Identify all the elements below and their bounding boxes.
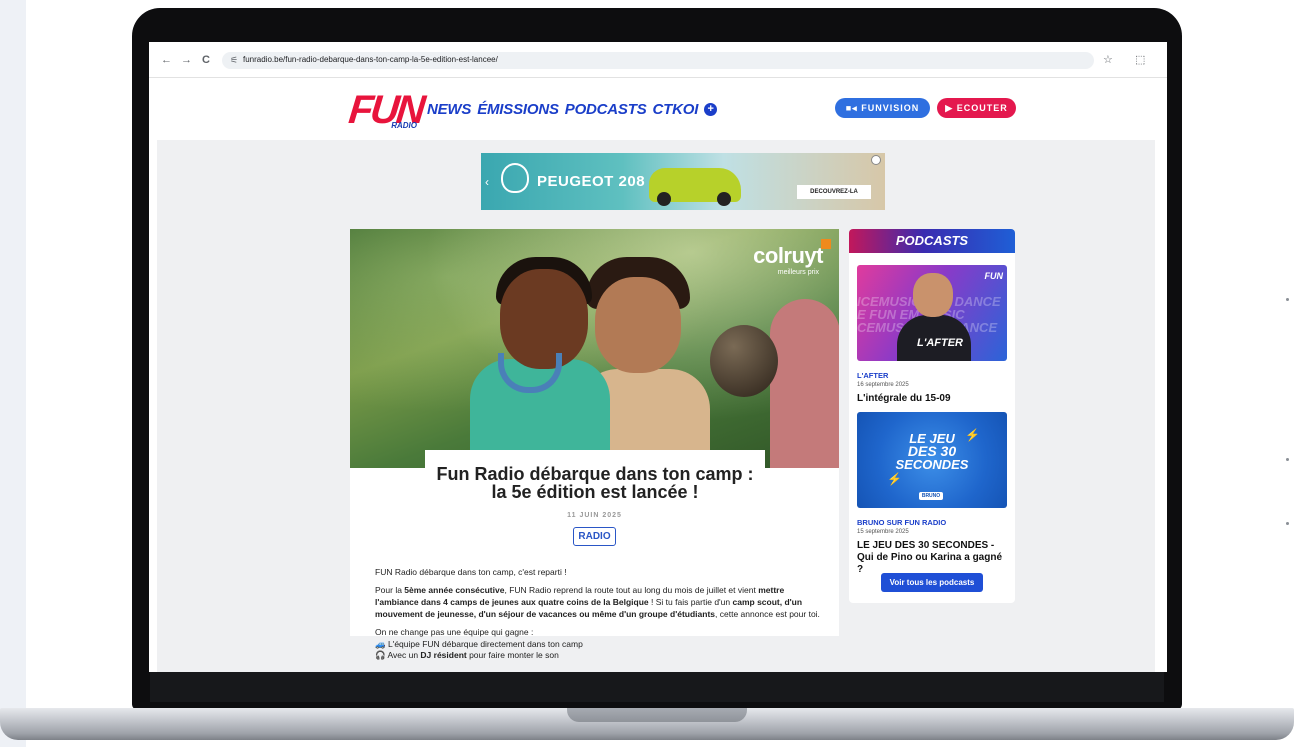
nav-news[interactable]: NEWS bbox=[427, 101, 471, 118]
laptop-notch bbox=[567, 708, 747, 722]
podcast-title[interactable]: LE JEU DES 30 SECONDES - Qui de Pino ou … bbox=[857, 540, 1009, 576]
decorated-ball bbox=[710, 325, 778, 397]
ad-cta-button[interactable]: DECOUVREZ-LA bbox=[797, 185, 871, 199]
host-face bbox=[913, 273, 953, 317]
fun-radio-logo[interactable]: FUN RADIO bbox=[347, 88, 425, 132]
podcast-thumbnail-after[interactable]: ICEMUSIC FUN DANCEE FUN EM MUSICCEMUSIC … bbox=[857, 265, 1007, 361]
thumbnail-title: L'AFTER bbox=[917, 337, 963, 349]
lightning-icon: ⚡ bbox=[965, 428, 980, 442]
podcasts-sidebar: PODCASTS ICEMUSIC FUN DANCEE FUN EM MUSI… bbox=[849, 229, 1015, 603]
child-right bbox=[770, 299, 839, 468]
article-body: FUN Radio débarque dans ton camp, c'est … bbox=[375, 566, 820, 661]
article-title: Fun Radio débarque dans ton camp : la 5e … bbox=[436, 464, 754, 502]
sidebar-heading: PODCASTS bbox=[849, 229, 1015, 253]
main-nav: NEWS ÉMISSIONS PODCASTS CTKOI + bbox=[427, 101, 718, 118]
list-item: 🎧 Avec un DJ résident pour faire monter … bbox=[375, 650, 559, 660]
podcast-date: 15 septembre 2025 bbox=[857, 529, 909, 535]
podcast-show-name[interactable]: L'AFTER bbox=[857, 371, 888, 380]
decorative-dot bbox=[1286, 458, 1289, 461]
nav-podcasts[interactable]: PODCASTS bbox=[565, 101, 647, 118]
browser-toolbar: ← → C ⚟ funradio.be/fun-radio-debarque-d… bbox=[149, 42, 1167, 78]
decorative-dot bbox=[1286, 298, 1289, 301]
podcast-show-name[interactable]: BRUNO SUR FUN RADIO bbox=[857, 518, 946, 527]
paragraph-intro: FUN Radio débarque dans ton camp, c'est … bbox=[375, 567, 567, 577]
thumbnail-tag: BRUNO bbox=[919, 492, 943, 500]
back-icon[interactable]: ← bbox=[161, 54, 172, 66]
chevron-left-icon[interactable]: ‹ bbox=[485, 175, 489, 189]
podcast-date: 16 septembre 2025 bbox=[857, 382, 909, 388]
podcast-thumbnail-jeu[interactable]: LE JEU DES 30 SECONDES ⚡ ⚡ BRUNO bbox=[857, 412, 1007, 508]
funvision-button[interactable]: ■◂ FUNVISION bbox=[835, 98, 930, 118]
child-two-face bbox=[595, 277, 681, 373]
forward-icon[interactable]: → bbox=[181, 54, 192, 66]
browser-window: ← → C ⚟ funradio.be/fun-radio-debarque-d… bbox=[149, 42, 1167, 672]
colruyt-tagline: meilleurs prix bbox=[777, 269, 819, 276]
paragraph-team: On ne change pas une équipe qui gagne : bbox=[375, 627, 534, 637]
logo-radio-text: RADIO bbox=[391, 121, 417, 130]
peugeot-ad-banner[interactable]: ‹ PEUGEOT 208 DECOUVREZ-LA bbox=[481, 153, 885, 210]
peugeot-logo-icon bbox=[501, 163, 529, 193]
more-plus-icon[interactable]: + bbox=[704, 103, 718, 116]
laptop-chin bbox=[150, 672, 1164, 702]
hero-image: colruyt meilleurs prix bbox=[350, 229, 839, 468]
car-wheel bbox=[717, 192, 731, 206]
background-strip bbox=[0, 0, 26, 747]
article: colruyt meilleurs prix Fun Radio débarqu… bbox=[350, 229, 839, 660]
decorative-dot bbox=[1286, 522, 1289, 525]
funvision-label: FUNVISION bbox=[861, 103, 920, 113]
extensions-icon[interactable]: ⬚ bbox=[1135, 53, 1145, 66]
url-text: funradio.be/fun-radio-debarque-dans-ton-… bbox=[243, 55, 498, 64]
nav-ctkoi[interactable]: CTKOI bbox=[653, 101, 699, 118]
car-icon: 🚙 bbox=[375, 639, 386, 649]
video-camera-icon: ■◂ bbox=[845, 103, 862, 113]
thumbnail-brand: FUN bbox=[984, 271, 1004, 281]
address-bar[interactable]: ⚟ funradio.be/fun-radio-debarque-dans-to… bbox=[222, 52, 1094, 69]
podcast-title[interactable]: L'intégrale du 15-09 bbox=[857, 393, 1009, 405]
paragraph-main: Pour la 5ème année consécutive, FUN Radi… bbox=[375, 585, 820, 619]
adchoices-icon[interactable] bbox=[871, 155, 881, 165]
colruyt-logo: colruyt bbox=[753, 239, 831, 269]
all-podcasts-button[interactable]: Voir tous les podcasts bbox=[881, 573, 983, 592]
car-wheel bbox=[657, 192, 671, 206]
ad-brand: PEUGEOT 208 bbox=[537, 173, 646, 190]
list-item: 🚙 L'équipe FUN débarque directement dans… bbox=[375, 639, 583, 649]
site-settings-icon[interactable]: ⚟ bbox=[230, 55, 238, 66]
listen-label: ECOUTER bbox=[956, 103, 1008, 113]
listen-button[interactable]: ▶ ECOUTER bbox=[937, 98, 1016, 118]
lightning-icon: ⚡ bbox=[887, 472, 902, 486]
article-title-box: Fun Radio débarque dans ton camp : la 5e … bbox=[425, 450, 765, 510]
bookmark-star-icon[interactable]: ☆ bbox=[1103, 53, 1113, 66]
play-icon: ▶ bbox=[945, 103, 957, 113]
reload-icon[interactable]: C bbox=[202, 54, 210, 66]
nav-emissions[interactable]: ÉMISSIONS bbox=[477, 101, 559, 118]
article-date: 11 JUIN 2025 bbox=[567, 512, 622, 519]
thumbnail-title: LE JEU DES 30 SECONDES bbox=[895, 431, 969, 472]
headphones-icon: 🎧 bbox=[375, 650, 386, 660]
category-tag-radio[interactable]: RADIO bbox=[573, 527, 616, 546]
